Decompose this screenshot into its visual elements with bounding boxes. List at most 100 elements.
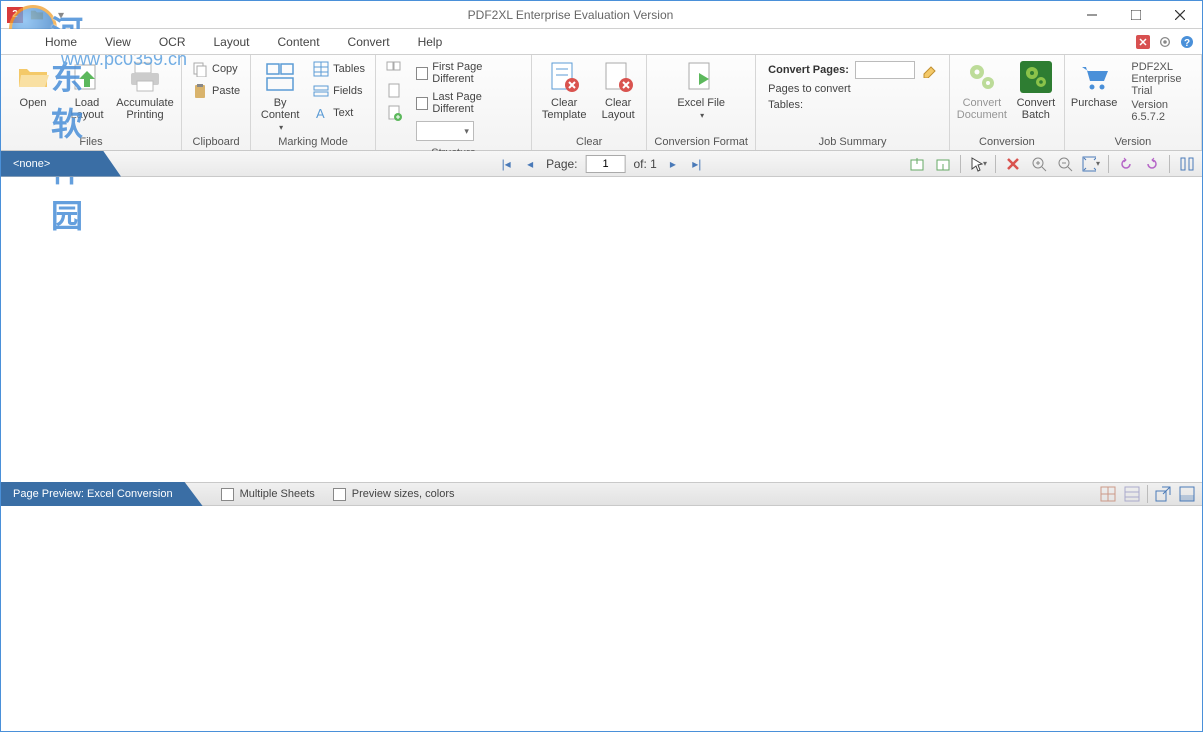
preview-bar: Page Preview: Excel Conversion Multiple …: [1, 482, 1202, 506]
tool-import-icon[interactable]: [934, 155, 952, 173]
rotate-left-icon[interactable]: [1117, 155, 1135, 173]
preview-area: [1, 506, 1202, 730]
qat-dropdown-icon[interactable]: ▾: [51, 5, 71, 25]
preview-sizes-checkbox[interactable]: Preview sizes, colors: [333, 488, 455, 501]
checkbox-icon: [416, 97, 428, 110]
structure-page-icon[interactable]: [382, 81, 406, 101]
excel-file-button[interactable]: Excel File ▾: [651, 57, 751, 133]
prev-page-button[interactable]: ◂: [522, 156, 538, 172]
dock-icon[interactable]: [1178, 485, 1196, 503]
close-ribbon-icon[interactable]: [1134, 33, 1152, 51]
folder-open-icon: [17, 61, 49, 93]
first-page-button[interactable]: |◂: [498, 156, 514, 172]
paste-button[interactable]: Paste: [188, 81, 244, 101]
cart-icon: [1078, 61, 1110, 93]
menu-bar: Home View OCR Layout Content Convert Hel…: [1, 29, 1202, 55]
cursor-icon[interactable]: ▾: [969, 155, 987, 173]
tables-label: Tables:: [768, 99, 803, 111]
ribbon-group-clear: Clear Template Clear Layout Clear: [532, 55, 647, 150]
page-navigator: |◂ ◂ Page: of: 1 ▸ ▸|: [498, 155, 705, 173]
close-button[interactable]: [1158, 1, 1202, 29]
chevron-down-icon: ▾: [279, 123, 283, 132]
paste-icon: [192, 83, 208, 99]
svg-text:?: ?: [1184, 38, 1190, 49]
first-page-different-checkbox[interactable]: First Page Different: [412, 59, 525, 87]
text-button[interactable]: A Text: [309, 103, 369, 123]
page-number-input[interactable]: [586, 155, 626, 173]
ribbon-group-clipboard: Copy Paste Clipboard: [182, 55, 251, 150]
accumulate-printing-icon: [129, 61, 161, 93]
structure-pages-icon[interactable]: [382, 59, 406, 79]
gears-batch-icon: [1020, 61, 1052, 93]
version-line1: PDF2XL Enterprise Trial: [1131, 61, 1187, 97]
clear-template-icon: [548, 61, 580, 93]
page-of-label: of: 1: [634, 157, 657, 171]
ribbon-group-version: Purchase PDF2XL Enterprise Trial Version…: [1065, 55, 1202, 150]
next-page-button[interactable]: ▸: [665, 156, 681, 172]
popout-icon[interactable]: [1154, 485, 1172, 503]
structure-dropdown[interactable]: ▾: [412, 119, 525, 143]
fields-icon: [313, 83, 329, 99]
purchase-button[interactable]: Purchase: [1069, 57, 1119, 133]
structure-add-icon[interactable]: [382, 103, 406, 123]
convert-pages-label: Convert Pages:: [768, 64, 849, 76]
open-button[interactable]: Open: [5, 57, 61, 133]
by-content-button[interactable]: By Content ▾: [255, 57, 305, 133]
menu-convert[interactable]: Convert: [334, 31, 404, 53]
maximize-button[interactable]: [1114, 1, 1158, 29]
preview-grid-icon[interactable]: [1099, 485, 1117, 503]
page-toolbar: <none> |◂ ◂ Page: of: 1 ▸ ▸| ▾ ▾: [1, 151, 1202, 177]
ribbon-group-structure: First Page Different Last Page Different…: [376, 55, 532, 150]
clear-layout-button[interactable]: Clear Layout: [594, 57, 642, 133]
fields-button[interactable]: Fields: [309, 81, 369, 101]
load-layout-button[interactable]: Load Layout: [63, 57, 111, 133]
checkbox-icon: [333, 488, 346, 501]
window-title: PDF2XL Enterprise Evaluation Version: [71, 8, 1070, 22]
convert-pages-input[interactable]: [855, 61, 915, 79]
gears-icon: [966, 61, 998, 93]
rotate-right-icon[interactable]: [1143, 155, 1161, 173]
eraser-icon[interactable]: [921, 62, 937, 78]
excel-file-icon: [685, 61, 717, 93]
menu-view[interactable]: View: [91, 31, 145, 53]
clear-template-button[interactable]: Clear Template: [536, 57, 592, 133]
delete-icon[interactable]: [1004, 155, 1022, 173]
qat-open-icon[interactable]: [27, 5, 47, 25]
multiple-sheets-checkbox[interactable]: Multiple Sheets: [221, 488, 315, 501]
zoom-out-icon[interactable]: [1056, 155, 1074, 173]
checkbox-icon: [221, 488, 234, 501]
preview-table-icon[interactable]: [1123, 485, 1141, 503]
document-tab[interactable]: <none>: [1, 151, 121, 177]
menu-ocr[interactable]: OCR: [145, 31, 200, 53]
last-page-button[interactable]: ▸|: [689, 156, 705, 172]
load-layout-icon: [71, 61, 103, 93]
checkbox-icon: [416, 67, 428, 80]
ribbon-group-conversion: Convert Document Convert Batch Conversio…: [950, 55, 1065, 150]
accumulate-printing-button[interactable]: Accumulate Printing: [113, 57, 177, 133]
ribbon-group-conversion-format: Excel File ▾ Conversion Format: [647, 55, 756, 150]
version-line2: Version 6.5.7.2: [1131, 99, 1187, 123]
convert-document-button[interactable]: Convert Document: [954, 57, 1010, 133]
menu-layout[interactable]: Layout: [199, 31, 263, 53]
menu-help[interactable]: Help: [404, 31, 457, 53]
ribbon-group-files: Open Load Layout Accumulate Printing Fil…: [1, 55, 182, 150]
minimize-button[interactable]: [1070, 1, 1114, 29]
app-logo-icon: 2: [7, 7, 23, 23]
last-page-different-checkbox[interactable]: Last Page Different: [412, 89, 525, 117]
menu-content[interactable]: Content: [264, 31, 334, 53]
ribbon: Open Load Layout Accumulate Printing Fil…: [1, 55, 1202, 151]
ribbon-group-marking: By Content ▾ Tables Fields A Text Markin…: [251, 55, 376, 150]
copy-button[interactable]: Copy: [188, 59, 244, 79]
help-icon[interactable]: ?: [1178, 33, 1196, 51]
tables-button[interactable]: Tables: [309, 59, 369, 79]
columns-icon[interactable]: [1178, 155, 1196, 173]
convert-batch-button[interactable]: Convert Batch: [1012, 57, 1060, 133]
menu-home[interactable]: Home: [31, 31, 91, 53]
fit-page-icon[interactable]: ▾: [1082, 155, 1100, 173]
preview-tab[interactable]: Page Preview: Excel Conversion: [1, 482, 203, 506]
copy-icon: [192, 61, 208, 77]
tool-export-icon[interactable]: [908, 155, 926, 173]
zoom-in-icon[interactable]: [1030, 155, 1048, 173]
page-label: Page:: [546, 157, 577, 171]
settings-icon[interactable]: [1156, 33, 1174, 51]
